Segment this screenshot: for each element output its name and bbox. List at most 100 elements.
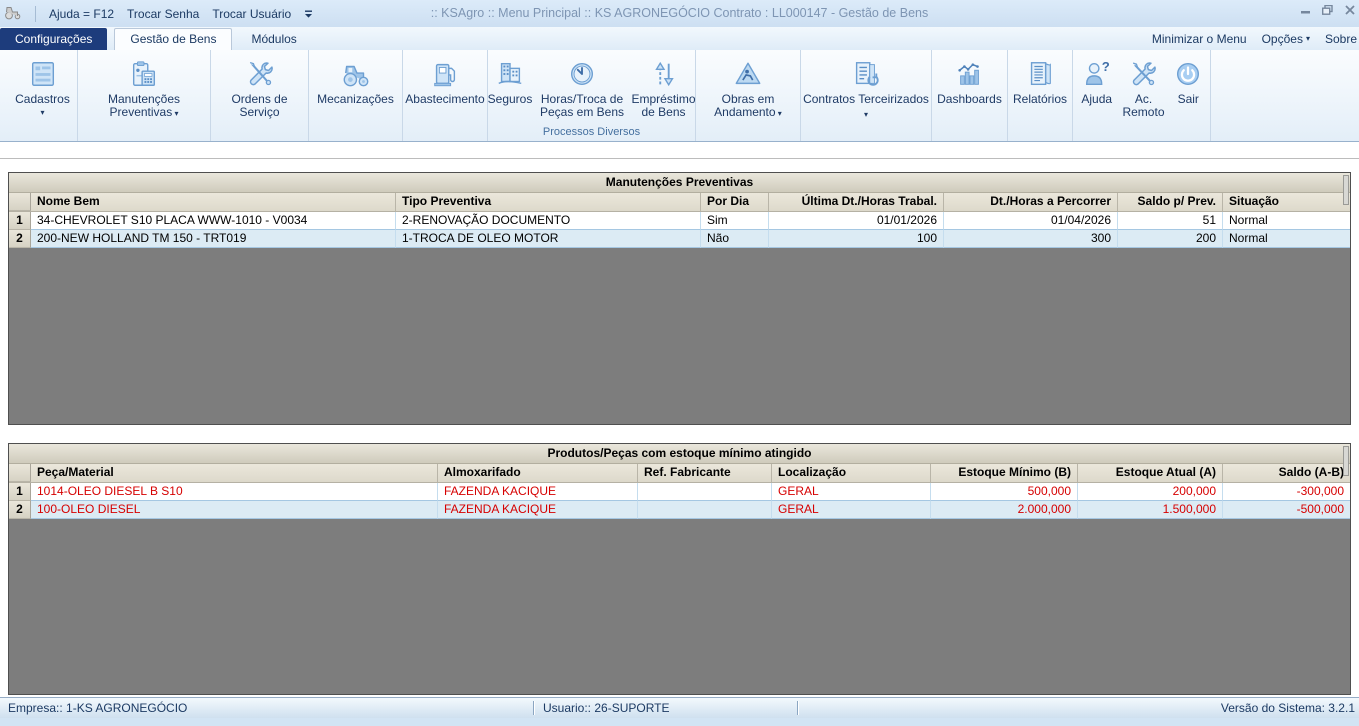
row-number: 1 bbox=[9, 212, 31, 230]
ribbon-button-dashboards[interactable]: Dashboards bbox=[932, 50, 1007, 141]
tab-modulos[interactable]: Módulos bbox=[236, 28, 311, 50]
form-list-icon bbox=[28, 57, 58, 90]
ribbon-button-ordens-de-servico[interactable]: Ordens de Serviço bbox=[211, 50, 308, 141]
ribbon-button-seguros[interactable]: Seguros bbox=[488, 50, 532, 126]
ribbon-button-label: Obras em Andamento ▾ bbox=[696, 93, 800, 120]
cell: 100 bbox=[769, 230, 944, 248]
clock-icon bbox=[567, 57, 597, 90]
ribbon-group: Dashboards bbox=[932, 50, 1008, 141]
grid-rows: 11014-OLEO DIESEL B S10FAZENDA KACIQUEGE… bbox=[9, 483, 1350, 519]
quick-access-toolbar: Ajuda = F12 Trocar Senha Trocar Usuário bbox=[4, 0, 313, 27]
grid-empty-area bbox=[9, 248, 1350, 424]
ribbon-right-menu: Minimizar o Menu Opções▾ Sobre bbox=[1152, 27, 1357, 50]
grid-empty-area bbox=[9, 519, 1350, 694]
column-header-tipo-preventiva[interactable]: Tipo Preventiva bbox=[396, 193, 701, 211]
grid-header-row: Peça/MaterialAlmoxarifadoRef. Fabricante… bbox=[9, 464, 1350, 483]
ribbon-button-abastecimento[interactable]: Abastecimento bbox=[403, 50, 487, 141]
column-header-por-dia[interactable]: Por Dia bbox=[701, 193, 769, 211]
ribbon-button-label: Ordens de Serviço bbox=[211, 93, 308, 119]
ribbon-group: Cadastros ▾ bbox=[8, 50, 78, 141]
column-header-saldo-a-b[interactable]: Saldo (A-B) bbox=[1223, 464, 1350, 482]
cell: Normal bbox=[1223, 212, 1350, 230]
ribbon-group-items: Relatórios bbox=[1008, 50, 1072, 141]
cell: GERAL bbox=[772, 501, 931, 519]
ribbon-button-emprestimo-de-bens[interactable]: Empréstimo de Bens bbox=[632, 50, 695, 126]
qat-customize-icon[interactable] bbox=[304, 7, 313, 21]
cell: -500,000 bbox=[1223, 501, 1350, 519]
restore-button[interactable] bbox=[1318, 2, 1337, 17]
column-header-localizacao[interactable]: Localização bbox=[772, 464, 931, 482]
status-empresa: Empresa:: 1-KS AGRONEGÓCIO bbox=[8, 698, 187, 718]
column-header-saldo-p-prev[interactable]: Saldo p/ Prev. bbox=[1118, 193, 1223, 211]
ribbon-button-label: Abastecimento bbox=[403, 93, 486, 106]
table-row[interactable]: 2200-NEW HOLLAND TM 150 - TRT0191-TROCA … bbox=[9, 230, 1350, 248]
wrench-screwdriver-icon bbox=[245, 57, 275, 90]
table-row[interactable]: 11014-OLEO DIESEL B S10FAZENDA KACIQUEGE… bbox=[9, 483, 1350, 501]
tab-configuracoes[interactable]: Configurações bbox=[0, 28, 107, 50]
construction-sign-icon bbox=[733, 57, 763, 90]
qat-trocar-usuario[interactable]: Trocar Usuário bbox=[212, 7, 291, 21]
report-icon bbox=[1025, 57, 1055, 90]
cell: 01/01/2026 bbox=[769, 212, 944, 230]
divider bbox=[0, 158, 1359, 159]
ribbon-button-obras-em-andamento[interactable]: Obras em Andamento ▾ bbox=[696, 50, 800, 141]
tab-gestao-de-bens[interactable]: Gestão de Bens bbox=[114, 28, 232, 50]
ribbon-button-ajuda[interactable]: ?Ajuda bbox=[1073, 50, 1120, 141]
ribbon-button-cadastros[interactable]: Cadastros ▾ bbox=[8, 50, 77, 141]
qat-trocar-senha[interactable]: Trocar Senha bbox=[127, 7, 199, 21]
cell: Normal bbox=[1223, 230, 1350, 248]
row-number-header bbox=[9, 193, 31, 211]
ribbon-button-contratos-terceirizados[interactable]: Contratos Terceirizados ▾ bbox=[801, 50, 931, 141]
ribbon-button-label: Empréstimo de Bens bbox=[630, 93, 698, 119]
scrollbar[interactable] bbox=[1343, 175, 1349, 205]
ribbon-button-ac-remoto[interactable]: Ac. Remoto bbox=[1120, 50, 1166, 141]
buildings-icon bbox=[495, 57, 525, 90]
options-label: Opções bbox=[1262, 32, 1303, 46]
transfer-arrows-icon bbox=[649, 57, 679, 90]
minimize-button[interactable] bbox=[1296, 2, 1315, 17]
about-menu-button[interactable]: Sobre bbox=[1325, 32, 1357, 46]
ribbon-group-items: ?AjudaAc. Remoto Sair bbox=[1073, 50, 1210, 141]
minimize-menu-button[interactable]: Minimizar o Menu bbox=[1152, 32, 1247, 46]
title-bar: :: KSAgro :: Menu Principal :: KS AGRONE… bbox=[0, 0, 1359, 27]
table-row[interactable]: 2100-OLEO DIESELFAZENDA KACIQUEGERAL2.00… bbox=[9, 501, 1350, 519]
column-header-estoque-atual-a[interactable]: Estoque Atual (A) bbox=[1078, 464, 1223, 482]
status-bar: Empresa:: 1-KS AGRONEGÓCIO Usuario:: 26-… bbox=[0, 697, 1359, 718]
cell: FAZENDA KACIQUE bbox=[438, 483, 638, 501]
ribbon-group-items: Abastecimento bbox=[403, 50, 487, 141]
ribbon-group: Abastecimento bbox=[403, 50, 488, 141]
ribbon-button-label: Manutenções Preventivas ▾ bbox=[78, 93, 210, 120]
grid-rows: 134-CHEVROLET S10 PLACA WWW-1010 - V0034… bbox=[9, 212, 1350, 248]
cell: 1014-OLEO DIESEL B S10 bbox=[31, 483, 438, 501]
ribbon-group-items: Manutenções Preventivas ▾ bbox=[78, 50, 210, 141]
ribbon-group: Contratos Terceirizados ▾ bbox=[801, 50, 932, 141]
column-header-nome-bem[interactable]: Nome Bem bbox=[31, 193, 396, 211]
row-number-header bbox=[9, 464, 31, 482]
cell: Sim bbox=[701, 212, 769, 230]
ribbon-button-label: Sair bbox=[1176, 93, 1201, 106]
cell: 200,000 bbox=[1078, 483, 1223, 501]
column-header-situacao[interactable]: Situação bbox=[1223, 193, 1350, 211]
column-header-almoxarifado[interactable]: Almoxarifado bbox=[438, 464, 638, 482]
column-header-peca-material[interactable]: Peça/Material bbox=[31, 464, 438, 482]
column-header-ref-fabricante[interactable]: Ref. Fabricante bbox=[638, 464, 772, 482]
table-row[interactable]: 134-CHEVROLET S10 PLACA WWW-1010 - V0034… bbox=[9, 212, 1350, 230]
scrollbar[interactable] bbox=[1343, 446, 1349, 476]
ribbon-button-mecanizacoes[interactable]: Mecanizações bbox=[309, 50, 402, 141]
ribbon-button-horas-troca-de-pecas-em-bens[interactable]: Horas/Troca de Peças em Bens bbox=[532, 50, 632, 126]
ribbon-button-label: Ajuda bbox=[1079, 93, 1114, 106]
window-controls bbox=[1296, 2, 1359, 17]
ribbon-button-label: Dashboards bbox=[935, 93, 1004, 106]
ribbon-button-relatorios[interactable]: Relatórios bbox=[1008, 50, 1072, 141]
ribbon-button-manutencoes-preventivas[interactable]: Manutenções Preventivas ▾ bbox=[78, 50, 210, 141]
qat-ajuda-f12[interactable]: Ajuda = F12 bbox=[49, 7, 114, 21]
column-header-estoque-minimo-b[interactable]: Estoque Mínimo (B) bbox=[931, 464, 1078, 482]
close-button[interactable] bbox=[1340, 2, 1359, 17]
cell: 51 bbox=[1118, 212, 1223, 230]
chevron-down-icon: ▾ bbox=[864, 110, 868, 119]
ribbon-button-sair[interactable]: Sair bbox=[1166, 50, 1210, 141]
options-menu-button[interactable]: Opções▾ bbox=[1262, 32, 1310, 46]
column-header-ultima-dt-horas-trabal[interactable]: Última Dt./Horas Trabal. bbox=[769, 193, 944, 211]
column-header-dt-horas-a-percorrer[interactable]: Dt./Horas a Percorrer bbox=[944, 193, 1118, 211]
fuel-pump-icon bbox=[430, 57, 460, 90]
